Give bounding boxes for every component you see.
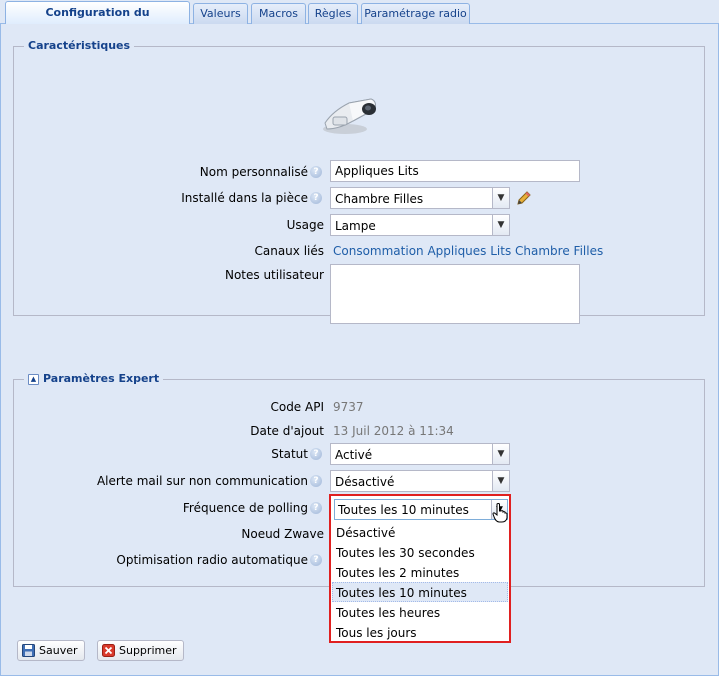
delete-button-label: Supprimer bbox=[119, 644, 177, 657]
tab-configuration[interactable]: Configuration du périphérique bbox=[5, 1, 190, 41]
polling-select[interactable]: Toutes les 10 minutes ▼ bbox=[334, 499, 508, 520]
polling-option[interactable]: Toutes les heures bbox=[332, 602, 508, 622]
usage-select[interactable]: Lampe ▼ bbox=[330, 214, 510, 236]
characteristics-legend: Caractéristiques bbox=[24, 39, 135, 53]
linked-channel-link[interactable]: Consommation Appliques Lits Chambre Fill… bbox=[333, 243, 603, 259]
custom-name-input[interactable] bbox=[330, 160, 580, 182]
room-select[interactable]: Chambre Filles ▼ bbox=[330, 187, 510, 209]
polling-option[interactable]: Toutes les 30 secondes bbox=[332, 542, 508, 562]
channels-label: Canaux liés bbox=[254, 244, 324, 258]
chevron-down-icon[interactable]: ▼ bbox=[492, 215, 509, 235]
polling-frequency-dropdown[interactable]: Toutes les 10 minutes ▼ Désactivé Toutes… bbox=[329, 494, 511, 643]
characteristics-legend-text: Caractéristiques bbox=[28, 39, 131, 52]
polling-label: Fréquence de polling bbox=[182, 501, 308, 515]
characteristics-fieldset: Caractéristiques Nom personnalisé ? Inst… bbox=[13, 39, 705, 324]
chevron-down-icon[interactable]: ▼ bbox=[492, 471, 509, 491]
polling-option[interactable]: Tous les jours bbox=[332, 622, 508, 642]
help-icon[interactable]: ? bbox=[310, 554, 322, 566]
date-added-value: 13 Juil 2012 à 11:34 bbox=[333, 424, 454, 438]
help-icon[interactable]: ? bbox=[310, 166, 322, 178]
usage-select-value: Lampe bbox=[335, 219, 376, 233]
polling-options-list: Désactivé Toutes les 30 secondes Toutes … bbox=[332, 522, 508, 642]
mail-alert-select-value: Désactivé bbox=[335, 475, 395, 489]
notes-label: Notes utilisateur bbox=[224, 268, 324, 282]
save-button-label: Sauver bbox=[39, 644, 78, 657]
api-code-label: Code API bbox=[270, 400, 324, 414]
help-icon[interactable]: ? bbox=[310, 502, 322, 514]
help-icon[interactable]: ? bbox=[310, 192, 322, 204]
zwave-node-label: Noeud Zwave bbox=[241, 527, 324, 541]
api-code-value: 9737 bbox=[333, 400, 364, 414]
tab-valeurs[interactable]: Valeurs bbox=[193, 3, 248, 24]
status-select-value: Activé bbox=[335, 448, 373, 462]
delete-x-icon bbox=[102, 644, 115, 657]
polling-option[interactable]: Toutes les 2 minutes bbox=[332, 562, 508, 582]
tab-parametrage-radio[interactable]: Paramétrage radio bbox=[361, 3, 470, 24]
polling-option[interactable]: Toutes les 10 minutes bbox=[332, 582, 508, 602]
tab-macros[interactable]: Macros bbox=[251, 3, 306, 24]
tab-regles[interactable]: Règles bbox=[308, 3, 358, 24]
status-label: Statut bbox=[271, 447, 308, 461]
chevron-down-icon[interactable]: ▼ bbox=[492, 444, 509, 464]
usage-label: Usage bbox=[286, 218, 324, 232]
polling-option[interactable]: Désactivé bbox=[332, 522, 508, 542]
pencil-edit-icon[interactable] bbox=[516, 190, 532, 206]
radio-optimisation-label: Optimisation radio automatique bbox=[116, 553, 308, 567]
delete-button[interactable]: Supprimer bbox=[97, 640, 184, 661]
camera-device-icon bbox=[323, 98, 376, 134]
expert-legend[interactable]: ▲ Paramètres Expert bbox=[24, 372, 164, 386]
help-icon[interactable]: ? bbox=[310, 448, 322, 460]
chevron-down-icon[interactable]: ▼ bbox=[492, 188, 509, 208]
tab-bar: Configuration du périphérique Valeurs Ma… bbox=[0, 0, 719, 41]
expert-legend-text: Paramètres Expert bbox=[43, 372, 160, 385]
save-button[interactable]: Sauver bbox=[17, 640, 85, 661]
collapse-icon[interactable]: ▲ bbox=[28, 373, 39, 385]
mail-alert-select[interactable]: Désactivé ▼ bbox=[330, 470, 510, 492]
room-select-value: Chambre Filles bbox=[335, 192, 424, 206]
help-icon[interactable]: ? bbox=[310, 475, 322, 487]
date-added-label: Date d'ajout bbox=[250, 424, 324, 438]
floppy-disk-icon bbox=[22, 644, 35, 657]
polling-select-value: Toutes les 10 minutes bbox=[338, 503, 469, 517]
user-notes-textarea[interactable] bbox=[330, 264, 580, 324]
name-label: Nom personnalisé bbox=[199, 165, 308, 179]
hand-pointer-cursor-icon bbox=[492, 503, 508, 523]
room-label: Installé dans la pièce bbox=[181, 191, 308, 205]
mail-alert-label: Alerte mail sur non communication bbox=[96, 474, 308, 488]
status-select[interactable]: Activé ▼ bbox=[330, 443, 510, 465]
